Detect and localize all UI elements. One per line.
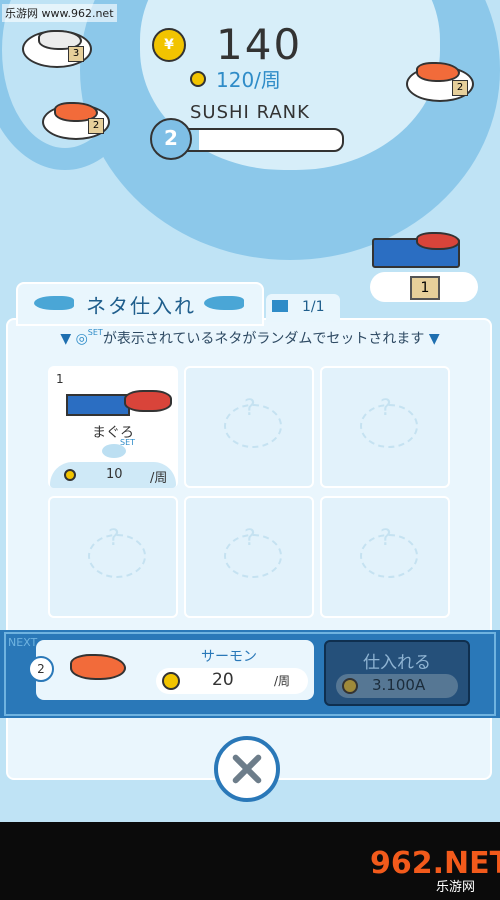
buy-button[interactable]: 仕入れる 3.100A (324, 640, 470, 706)
sushi-plate-1[interactable]: 3 (22, 30, 92, 68)
slot-rate-unit: /周 (150, 471, 168, 486)
page-indicator-tab[interactable]: 1/1 (266, 294, 340, 322)
book-icon (272, 300, 288, 312)
info-banner: ▼ ◎SETが表示されているネタがランダムでセットされます ▼ (40, 328, 460, 348)
page-number: 1/1 (302, 299, 325, 315)
sushi-plate-3[interactable]: 2 (406, 62, 474, 102)
fish-icon (34, 296, 74, 310)
close-button[interactable] (214, 736, 280, 802)
coin-rate-value: 120/周 (216, 68, 281, 92)
logo-subtitle: 乐游网 (436, 880, 476, 895)
salmon-sushi-icon (416, 62, 460, 82)
set-label: SET (120, 438, 136, 447)
neta-grid: 1 まぐろ SET 10 /周 ? ? ? ? ? (48, 366, 452, 618)
buy-price: 3.100A (336, 674, 458, 698)
fish-icon (204, 296, 244, 310)
coin-total: 140 (216, 20, 303, 69)
slot-rate: 10 /周 (50, 462, 176, 488)
slot-rate-value: 10 (106, 467, 123, 482)
next-label: NEXT (8, 636, 38, 649)
triangle-down-icon: ▼ (428, 331, 440, 347)
neta-slot-1[interactable]: 1 まぐろ SET 10 /周 (48, 366, 178, 488)
coin-icon: ¥ (152, 27, 186, 62)
question-mark-icon: ? (244, 396, 256, 421)
coin-icon (162, 672, 180, 690)
neta-slot-empty[interactable]: ? (48, 496, 178, 618)
rank-progress-bar (168, 128, 344, 152)
buy-price-value: 3.100A (372, 676, 426, 694)
coin-counter: ¥ 140 (152, 20, 302, 69)
neta-slot-empty[interactable]: ? (320, 496, 450, 618)
buy-label: 仕入れる (363, 653, 431, 673)
next-number: 2 (28, 656, 54, 682)
salmon-sushi-icon (70, 654, 126, 680)
rank-level-badge: 2 (150, 118, 192, 160)
sushi-boat-icon[interactable] (372, 228, 468, 268)
question-mark-icon: ? (380, 396, 392, 421)
next-rate: 20 /周 (156, 668, 308, 694)
plate-count-tag: 3 (68, 46, 84, 62)
neta-slot-empty[interactable]: ? (184, 496, 314, 618)
triangle-down-icon: ▼ (60, 331, 72, 347)
boat-count-value: 1 (410, 276, 440, 300)
slot-name: まぐろ (92, 425, 134, 441)
tab-title: ネタ仕入れ (86, 294, 196, 318)
next-name: サーモン (201, 649, 257, 665)
site-watermark: 乐游网 www.962.net (2, 4, 117, 22)
question-mark-icon: ? (380, 526, 392, 551)
neta-slot-empty[interactable]: ? (320, 366, 450, 488)
tab-neta-shiire[interactable]: ネタ仕入れ (16, 282, 264, 326)
sushi-boat-icon (66, 394, 130, 416)
question-mark-icon: ? (244, 526, 256, 551)
game-screen: 3 2 2 乐游网 www.962.net ¥ 140 120/周 SUSHI … (0, 0, 500, 822)
site-logo: 962.NET 乐游网 (366, 846, 500, 895)
coin-icon (190, 70, 206, 87)
plate-count-tag: 2 (452, 80, 468, 96)
slot-number: 1 (56, 372, 64, 386)
boat-count-pill: 1 (370, 272, 478, 302)
set-icon: ◎ (75, 331, 88, 347)
next-rate-unit: /周 (274, 674, 291, 688)
info-text: が表示されているネタがランダムでセットされます (102, 331, 425, 347)
next-neta-bar: NEXT 2 サーモン 20 /周 仕入れる 3.100A (0, 630, 500, 718)
set-icon-label: SET (87, 328, 103, 337)
plate-count-tag: 2 (88, 118, 104, 134)
next-neta-card: 2 サーモン 20 /周 (28, 640, 314, 700)
tuna-sushi-icon (124, 390, 172, 412)
next-rate-value: 20 (212, 670, 234, 690)
logo-brand: 962.NET (370, 846, 500, 881)
coin-icon (64, 469, 76, 481)
coin-rate: 120/周 (190, 64, 281, 93)
coin-icon (342, 678, 358, 694)
sushi-rank-label: SUSHI RANK (190, 102, 310, 123)
tuna-sushi-icon (416, 232, 460, 250)
neta-slot-empty[interactable]: ? (184, 366, 314, 488)
sushi-plate-2[interactable]: 2 (42, 102, 110, 140)
question-mark-icon: ? (108, 526, 120, 551)
